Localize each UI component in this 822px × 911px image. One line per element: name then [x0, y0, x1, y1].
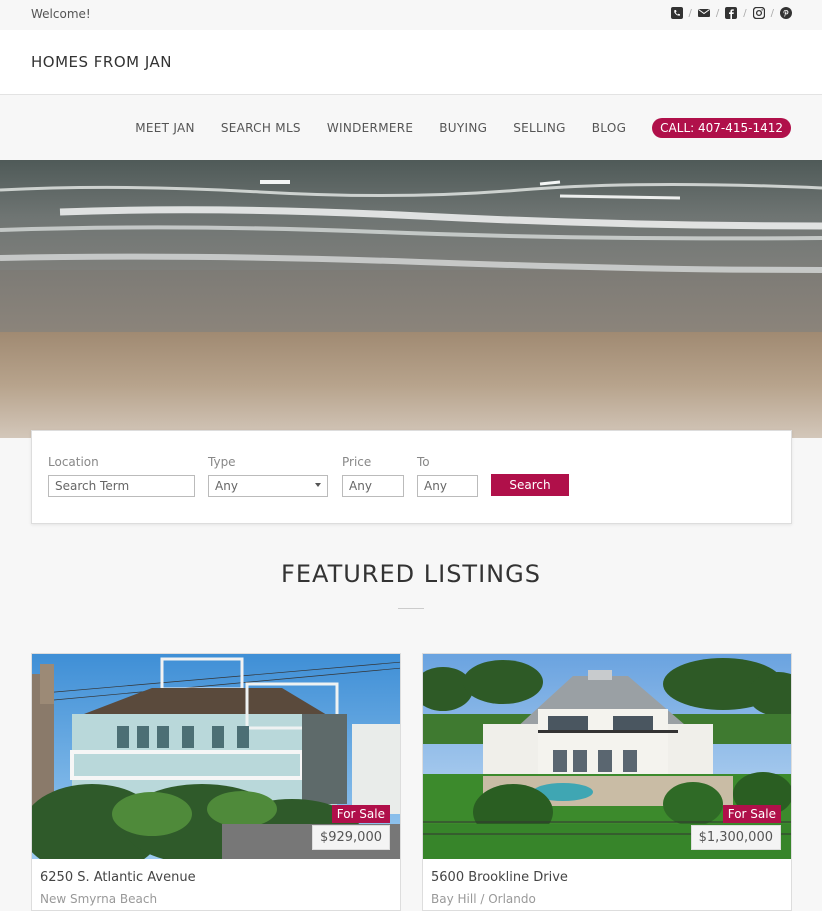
listing-address[interactable]: 6250 S. Atlantic Avenue	[40, 870, 196, 885]
separator: /	[715, 7, 720, 19]
to-label: To	[417, 455, 430, 469]
price-tag: $929,000	[311, 825, 390, 850]
type-value: Any	[215, 479, 238, 493]
nav-item-buying[interactable]: BUYING	[439, 121, 487, 135]
welcome-text: Welcome!	[31, 7, 91, 21]
header: HOMES FROM JAN	[0, 30, 822, 95]
status-badge: For Sale	[331, 805, 390, 823]
nav-item-selling[interactable]: SELLING	[513, 121, 566, 135]
top-bar: Welcome! / / / /	[0, 0, 822, 30]
site-logo-text[interactable]: HOMES FROM JAN	[31, 53, 172, 71]
separator: /	[743, 7, 747, 19]
nav-item-search-mls[interactable]: SEARCH MLS	[221, 121, 301, 135]
price-max-field: To Any	[417, 455, 478, 497]
listing-address[interactable]: 5600 Brookline Drive	[431, 870, 568, 885]
nav-item-windermere[interactable]: WINDERMERE	[327, 121, 413, 135]
separator: /	[688, 7, 692, 19]
price-min-input[interactable]: Any	[342, 475, 404, 497]
envelope-icon[interactable]	[697, 7, 710, 19]
type-field: Type Any	[208, 455, 328, 497]
status-badge: For Sale	[722, 805, 781, 823]
price-tag: $1,300,000	[690, 825, 781, 850]
listing-card[interactable]: For Sale $1,300,000 5600 Brookline Drive…	[422, 653, 792, 911]
title-divider	[398, 608, 424, 609]
property-search-form: Location Search Term Type Any Price Any …	[31, 430, 792, 524]
facebook-icon[interactable]	[725, 7, 738, 19]
chevron-down-icon	[315, 483, 321, 487]
call-button[interactable]: CALL: 407-415-1412	[652, 118, 791, 138]
nav-item-blog[interactable]: BLOG	[592, 121, 626, 135]
price-label: Price	[342, 455, 372, 469]
location-input[interactable]: Search Term	[48, 475, 195, 497]
listing-city: New Smyrna Beach	[40, 892, 158, 906]
price-field: Price Any	[342, 455, 404, 497]
featured-listings-title: FEATURED LISTINGS	[281, 560, 541, 588]
type-label: Type	[208, 455, 236, 469]
listing-city: Bay Hill / Orlando	[431, 892, 536, 906]
main-nav: MEET JAN SEARCH MLS WINDERMERE BUYING SE…	[0, 96, 822, 160]
hero-beach-image	[0, 160, 822, 438]
separator: /	[770, 7, 774, 19]
location-label: Location	[48, 455, 99, 469]
nav-menu: MEET JAN SEARCH MLS WINDERMERE BUYING SE…	[109, 118, 791, 138]
phone-icon[interactable]	[670, 7, 683, 19]
social-links: / / / /	[670, 7, 792, 19]
listing-card[interactable]: For Sale $929,000 6250 S. Atlantic Avenu…	[31, 653, 401, 911]
location-field: Location Search Term	[48, 455, 195, 497]
search-button[interactable]: Search	[491, 474, 569, 496]
type-select[interactable]: Any	[208, 475, 328, 497]
pinterest-icon[interactable]	[780, 7, 792, 19]
nav-item-meet-jan[interactable]: MEET JAN	[135, 121, 195, 135]
price-max-input[interactable]: Any	[417, 475, 478, 497]
instagram-icon[interactable]	[752, 7, 765, 19]
